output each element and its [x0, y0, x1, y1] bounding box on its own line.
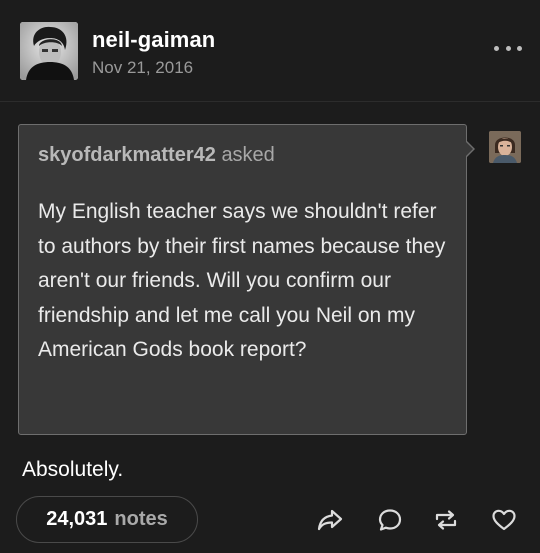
reblog-icon[interactable] — [432, 506, 460, 534]
post-header: neil-gaiman Nov 21, 2016 — [0, 0, 540, 102]
ask-question: My English teacher says we shouldn't ref… — [38, 200, 446, 361]
reply-icon[interactable] — [376, 506, 404, 534]
like-icon[interactable] — [490, 506, 518, 534]
more-dot-icon — [505, 45, 511, 51]
notes-count: 24,031 — [46, 508, 108, 530]
asker-line: skyofdarkmatter42 asked — [38, 144, 275, 167]
more-dot-icon — [517, 45, 522, 51]
blog-avatar[interactable] — [20, 22, 78, 80]
blog-name[interactable]: neil-gaiman — [92, 27, 215, 53]
share-icon[interactable] — [316, 506, 344, 534]
asker-avatar-image — [489, 131, 521, 163]
ask-box: skyofdarkmatter42 asked My English teach… — [18, 124, 467, 435]
more-options-button[interactable] — [494, 38, 522, 58]
answer-text: Absolutely. — [22, 458, 124, 481]
post-date[interactable]: Nov 21, 2016 — [92, 58, 193, 78]
asked-label: asked — [221, 144, 275, 166]
blog-avatar-image — [20, 22, 78, 80]
asker-name[interactable]: skyofdarkmatter42 — [38, 144, 216, 166]
more-dot-icon — [494, 45, 499, 51]
notes-button[interactable]: 24,031 notes — [16, 496, 198, 543]
asker-avatar[interactable] — [489, 131, 521, 163]
notes-label: notes — [114, 508, 168, 530]
